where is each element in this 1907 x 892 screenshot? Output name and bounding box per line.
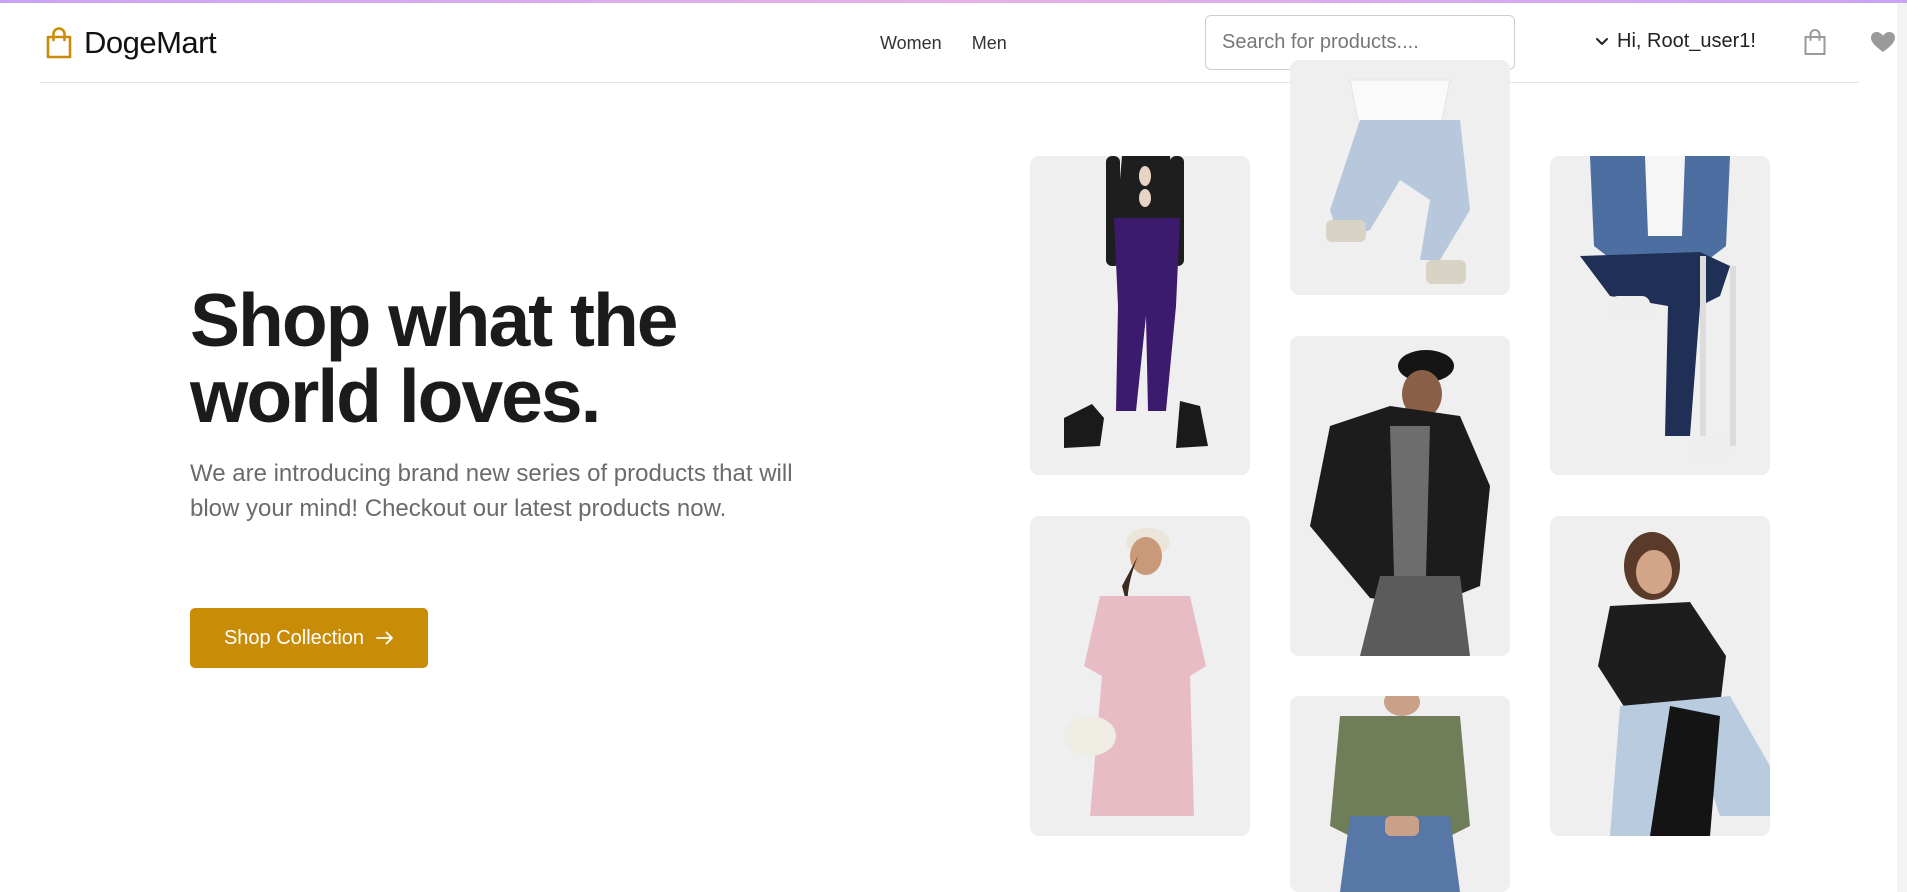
product-photo <box>1030 156 1250 475</box>
hero-title-line1: Shop what the <box>190 278 678 362</box>
product-photo <box>1030 516 1250 836</box>
hero-title-line2: world loves. <box>190 354 601 438</box>
product-photo <box>1290 336 1510 656</box>
product-photo <box>1290 696 1510 892</box>
hero-subtitle: We are introducing brand new series of p… <box>190 460 793 522</box>
product-photo <box>1550 156 1770 475</box>
user-menu-toggle[interactable]: Hi, Root_user1! <box>1595 30 1756 53</box>
product-image-leather-jacket-seated[interactable] <box>1550 516 1770 836</box>
hero-section: Shop what the world loves. We are introd… <box>190 282 850 526</box>
shop-collection-button[interactable]: Shop Collection <box>190 608 428 668</box>
shopping-bag-icon <box>1804 29 1826 55</box>
main-nav: Women Men <box>880 33 1007 54</box>
chevron-down-icon <box>1596 37 1608 45</box>
wishlist-button[interactable] <box>1870 31 1896 58</box>
brand-logo[interactable]: DogeMart <box>44 25 217 61</box>
product-image-light-jeans[interactable] <box>1290 60 1510 295</box>
brand-name: DogeMart <box>84 25 217 60</box>
nav-link-men[interactable]: Men <box>972 33 1007 54</box>
product-photo <box>1290 60 1510 295</box>
product-image-plaid-shirt[interactable] <box>1290 696 1510 892</box>
site-header: DogeMart Women Men Hi, Root_user1! <box>40 3 1895 83</box>
page-scrollbar[interactable] <box>1897 3 1907 892</box>
product-image-purple-jeans[interactable] <box>1030 156 1250 475</box>
product-photo <box>1550 516 1770 836</box>
hero-title: Shop what the world loves. <box>190 282 850 434</box>
product-image-pink-dress[interactable] <box>1030 516 1250 836</box>
heart-icon <box>1871 32 1895 52</box>
cart-button[interactable] <box>1803 28 1827 61</box>
shop-collection-label: Shop Collection <box>223 626 365 649</box>
shopping-bag-icon <box>46 27 72 59</box>
product-image-leather-jacket-cap[interactable] <box>1290 336 1510 656</box>
arrow-right-icon <box>376 631 393 645</box>
nav-link-women[interactable]: Women <box>880 33 942 54</box>
product-image-denim-shirt[interactable] <box>1550 156 1770 475</box>
user-greeting: Hi, Root_user1! <box>1617 30 1756 52</box>
